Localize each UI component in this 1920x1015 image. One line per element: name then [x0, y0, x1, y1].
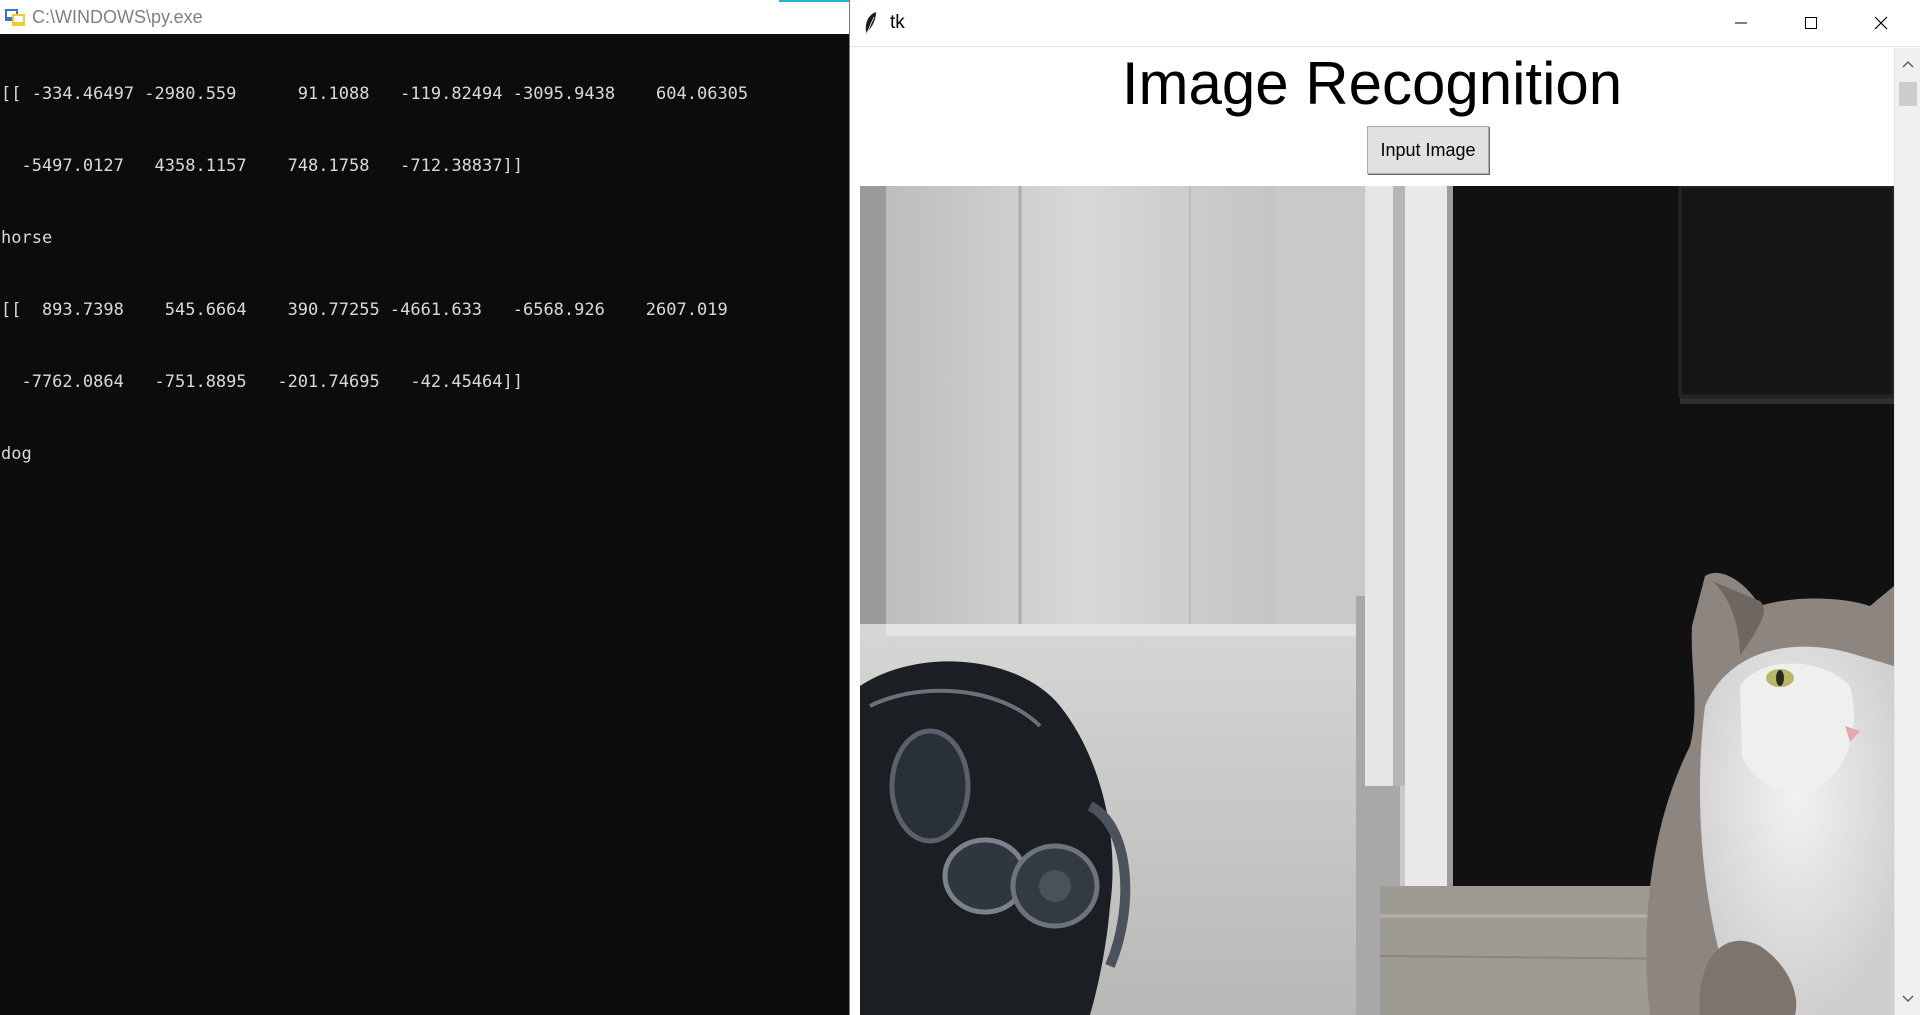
- scroll-down-button[interactable]: [1895, 983, 1920, 1015]
- close-button[interactable]: [1846, 0, 1916, 46]
- scroll-thumb[interactable]: [1899, 82, 1917, 106]
- console-line: [[ 893.7398 545.6664 390.77255 -4661.633…: [1, 300, 728, 320]
- maximize-button[interactable]: [1776, 0, 1846, 46]
- python-icon: [5, 9, 25, 26]
- console-line: dog: [1, 444, 32, 464]
- console-output[interactable]: [[ -334.46497 -2980.559 91.1088 -119.824…: [0, 34, 850, 1015]
- page-title: Image Recognition: [1121, 50, 1623, 117]
- maximize-icon: [1805, 17, 1817, 29]
- scroll-up-button[interactable]: [1895, 48, 1920, 80]
- console-window: C:\WINDOWS\py.exe [[ -334.46497 -2980.55…: [0, 0, 849, 1015]
- tk-titlebar[interactable]: tk: [850, 0, 1920, 47]
- recognition-image: [860, 186, 1894, 1015]
- tk-title: tk: [890, 12, 905, 33]
- chevron-up-icon: [1902, 60, 1914, 68]
- feather-icon: [865, 12, 876, 34]
- chevron-down-icon: [1902, 995, 1914, 1003]
- input-image-button[interactable]: Input Image: [1367, 126, 1489, 174]
- console-line: -7762.0864 -751.8895 -201.74695 -42.4546…: [1, 372, 523, 392]
- vertical-scrollbar[interactable]: [1894, 48, 1920, 1015]
- close-icon: [1874, 16, 1888, 30]
- tk-client-area: Image Recognition Input Image: [850, 48, 1920, 1015]
- minimize-button[interactable]: [1706, 0, 1776, 46]
- console-title: C:\WINDOWS\py.exe: [32, 6, 203, 27]
- console-line: [[ -334.46497 -2980.559 91.1088 -119.824…: [1, 84, 749, 104]
- console-titlebar[interactable]: C:\WINDOWS\py.exe: [0, 0, 849, 34]
- console-line: horse: [1, 228, 53, 248]
- taskbar-accent: [779, 0, 849, 2]
- minimize-icon: [1735, 22, 1747, 24]
- cat-photo: [860, 186, 1894, 1015]
- tk-window: tk Image Recognition Input Image: [849, 0, 1920, 1015]
- console-line: -5497.0127 4358.1157 748.1758 -712.38837…: [1, 156, 523, 176]
